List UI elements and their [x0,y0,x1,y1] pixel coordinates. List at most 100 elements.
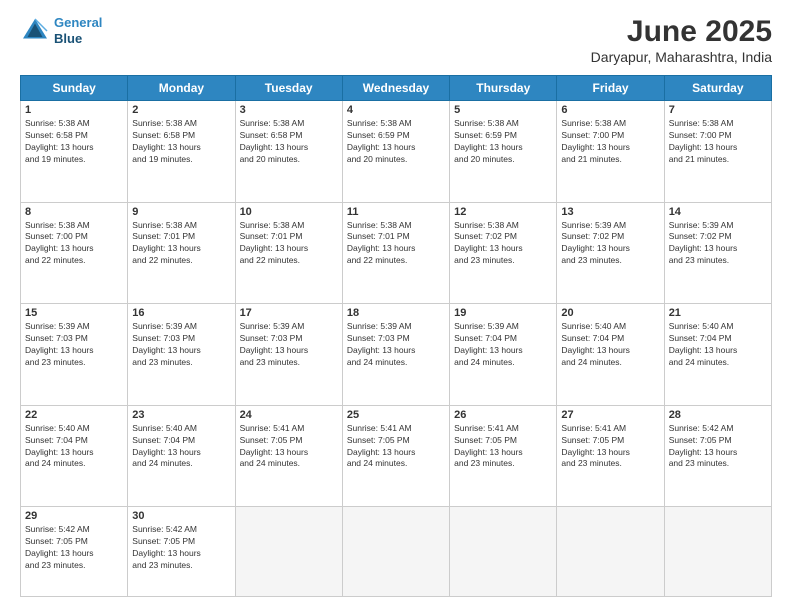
col-wednesday: Wednesday [342,76,449,101]
day-info: Sunrise: 5:39 AM Sunset: 7:02 PM Dayligh… [669,220,767,268]
day-info: Sunrise: 5:42 AM Sunset: 7:05 PM Dayligh… [669,423,767,471]
day-number: 7 [669,104,767,116]
day-number: 1 [25,104,123,116]
calendar-cell: 19Sunrise: 5:39 AM Sunset: 7:04 PM Dayli… [450,304,557,406]
day-info: Sunrise: 5:38 AM Sunset: 7:01 PM Dayligh… [240,220,338,268]
calendar-cell: 9 Sunrise: 5:38 AM Sunset: 7:01 PM Daylig… [128,202,235,304]
calendar-cell: 21Sunrise: 5:40 AM Sunset: 7:04 PM Dayli… [664,304,771,406]
day-info: Sunrise: 5:38 AM Sunset: 6:58 PM Dayligh… [240,118,338,166]
calendar-cell: 17 Sunrise: 5:39 AM Sunset: 7:03 PM Dayli… [235,304,342,406]
day-info: Sunrise: 5:39 AM Sunset: 7:03 PM Dayligh… [132,321,230,369]
day-info: Sunrise: 5:38 AM Sunset: 7:00 PM Dayligh… [669,118,767,166]
day-number: 19 [454,307,552,319]
day-number: 9 [132,206,230,218]
day-number: 15 [25,307,123,319]
calendar-cell: 23 Sunrise: 5:40 AM Sunset: 7:04 PM Dayli… [128,405,235,507]
day-number: 26 [454,409,552,421]
page: General Blue June 2025 Daryapur, Maharas… [0,0,792,612]
day-number: 27 [561,409,659,421]
day-info: Sunrise: 5:38 AM Sunset: 7:01 PM Dayligh… [132,220,230,268]
day-number: 12 [454,206,552,218]
day-number: 5 [454,104,552,116]
logo: General Blue [20,15,102,46]
day-number: 8 [25,206,123,218]
day-info: Sunrise: 5:40 AM Sunset: 7:04 PM Dayligh… [669,321,767,369]
day-number: 23 [132,409,230,421]
table-row: 8 Sunrise: 5:38 AM Sunset: 7:00 PM Daylig… [21,202,772,304]
table-row: 1 Sunrise: 5:38 AM Sunset: 6:58 PM Daylig… [21,101,772,203]
calendar-cell: 28 Sunrise: 5:42 AM Sunset: 7:05 PM Dayli… [664,405,771,507]
day-info: Sunrise: 5:38 AM Sunset: 7:02 PM Dayligh… [454,220,552,268]
calendar-cell: 24 Sunrise: 5:41 AM Sunset: 7:05 PM Dayli… [235,405,342,507]
day-info: Sunrise: 5:40 AM Sunset: 7:04 PM Dayligh… [25,423,123,471]
day-info: Sunrise: 5:39 AM Sunset: 7:03 PM Dayligh… [25,321,123,369]
day-number: 11 [347,206,445,218]
calendar-cell: 20 Sunrise: 5:40 AM Sunset: 7:04 PM Dayli… [557,304,664,406]
day-number: 20 [561,307,659,319]
day-info: Sunrise: 5:38 AM Sunset: 6:59 PM Dayligh… [347,118,445,166]
day-info: Sunrise: 5:42 AM Sunset: 7:05 PM Dayligh… [25,524,123,572]
day-info: Sunrise: 5:42 AM Sunset: 7:05 PM Dayligh… [132,524,230,572]
calendar-cell [664,507,771,597]
calendar-cell: 27 Sunrise: 5:41 AM Sunset: 7:05 PM Dayli… [557,405,664,507]
day-number: 13 [561,206,659,218]
table-row: 15 Sunrise: 5:39 AM Sunset: 7:03 PM Dayli… [21,304,772,406]
day-number: 4 [347,104,445,116]
calendar-cell: 12 Sunrise: 5:38 AM Sunset: 7:02 PM Dayli… [450,202,557,304]
calendar-cell [342,507,449,597]
calendar-cell: 13 Sunrise: 5:39 AM Sunset: 7:02 PM Dayli… [557,202,664,304]
calendar-cell: 15 Sunrise: 5:39 AM Sunset: 7:03 PM Dayli… [21,304,128,406]
day-number: 18 [347,307,445,319]
table-row: 22 Sunrise: 5:40 AM Sunset: 7:04 PM Dayli… [21,405,772,507]
day-number: 25 [347,409,445,421]
day-info: Sunrise: 5:38 AM Sunset: 6:58 PM Dayligh… [25,118,123,166]
calendar-cell: 25 Sunrise: 5:41 AM Sunset: 7:05 PM Dayli… [342,405,449,507]
logo-icon [20,16,50,46]
day-number: 28 [669,409,767,421]
calendar-cell: 16 Sunrise: 5:39 AM Sunset: 7:03 PM Dayli… [128,304,235,406]
day-info: Sunrise: 5:40 AM Sunset: 7:04 PM Dayligh… [561,321,659,369]
calendar-cell: 6Sunrise: 5:38 AM Sunset: 7:00 PM Daylig… [557,101,664,203]
calendar-cell: 22 Sunrise: 5:40 AM Sunset: 7:04 PM Dayli… [21,405,128,507]
col-monday: Monday [128,76,235,101]
day-number: 30 [132,510,230,522]
day-info: Sunrise: 5:41 AM Sunset: 7:05 PM Dayligh… [561,423,659,471]
calendar-cell: 29 Sunrise: 5:42 AM Sunset: 7:05 PM Dayli… [21,507,128,597]
calendar-cell: 26 Sunrise: 5:41 AM Sunset: 7:05 PM Dayli… [450,405,557,507]
calendar-cell [235,507,342,597]
day-number: 24 [240,409,338,421]
calendar-cell [557,507,664,597]
day-info: Sunrise: 5:39 AM Sunset: 7:03 PM Dayligh… [240,321,338,369]
day-number: 17 [240,307,338,319]
col-tuesday: Tuesday [235,76,342,101]
day-info: Sunrise: 5:40 AM Sunset: 7:04 PM Dayligh… [132,423,230,471]
day-info: Sunrise: 5:41 AM Sunset: 7:05 PM Dayligh… [240,423,338,471]
calendar-cell: 3Sunrise: 5:38 AM Sunset: 6:58 PM Daylig… [235,101,342,203]
calendar-cell: 18 Sunrise: 5:39 AM Sunset: 7:03 PM Dayli… [342,304,449,406]
day-info: Sunrise: 5:39 AM Sunset: 7:02 PM Dayligh… [561,220,659,268]
day-number: 29 [25,510,123,522]
calendar-cell: 10 Sunrise: 5:38 AM Sunset: 7:01 PM Dayli… [235,202,342,304]
calendar-cell: 5 Sunrise: 5:38 AM Sunset: 6:59 PM Daylig… [450,101,557,203]
day-number: 22 [25,409,123,421]
day-info: Sunrise: 5:38 AM Sunset: 7:00 PM Dayligh… [25,220,123,268]
day-number: 2 [132,104,230,116]
day-number: 16 [132,307,230,319]
day-info: Sunrise: 5:38 AM Sunset: 6:58 PM Dayligh… [132,118,230,166]
calendar-cell [450,507,557,597]
calendar-cell: 11 Sunrise: 5:38 AM Sunset: 7:01 PM Dayli… [342,202,449,304]
calendar-cell: 8 Sunrise: 5:38 AM Sunset: 7:00 PM Daylig… [21,202,128,304]
calendar-cell: 4 Sunrise: 5:38 AM Sunset: 6:59 PM Daylig… [342,101,449,203]
day-info: Sunrise: 5:41 AM Sunset: 7:05 PM Dayligh… [347,423,445,471]
day-number: 6 [561,104,659,116]
calendar-cell: 1 Sunrise: 5:38 AM Sunset: 6:58 PM Daylig… [21,101,128,203]
day-info: Sunrise: 5:38 AM Sunset: 7:01 PM Dayligh… [347,220,445,268]
day-info: Sunrise: 5:41 AM Sunset: 7:05 PM Dayligh… [454,423,552,471]
day-info: Sunrise: 5:38 AM Sunset: 6:59 PM Dayligh… [454,118,552,166]
day-info: Sunrise: 5:39 AM Sunset: 7:03 PM Dayligh… [347,321,445,369]
day-number: 10 [240,206,338,218]
logo-text: General Blue [54,15,102,46]
title-block: June 2025 Daryapur, Maharashtra, India [591,15,772,65]
calendar-header-row: Sunday Monday Tuesday Wednesday Thursday… [21,76,772,101]
calendar-cell: 2 Sunrise: 5:38 AM Sunset: 6:58 PM Daylig… [128,101,235,203]
